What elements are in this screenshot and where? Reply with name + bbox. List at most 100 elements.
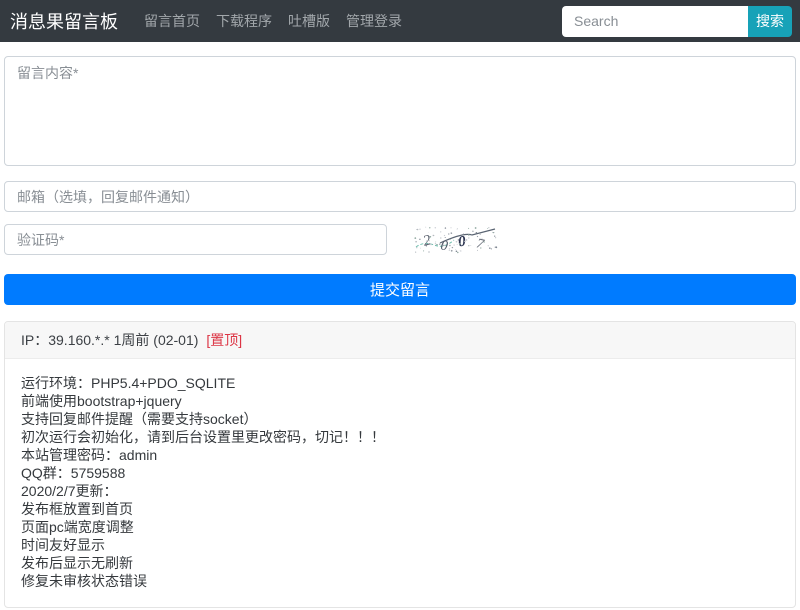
captcha-noise-dot xyxy=(494,232,495,233)
captcha-field[interactable] xyxy=(4,224,387,255)
pinned-badge: [置顶] xyxy=(206,332,242,348)
captcha-noise-dot xyxy=(443,243,444,244)
captcha-noise-dot xyxy=(444,234,445,235)
captcha-noise-dot xyxy=(426,240,428,242)
captcha-noise-dot xyxy=(457,251,458,252)
captcha-noise-dot xyxy=(460,250,461,251)
message-card: IP：39.160.*.* 1周前 (02-01) [置顶] 运行环境：PHP5… xyxy=(4,321,796,608)
captcha-noise-dot xyxy=(456,250,458,252)
captcha-digit-2: 0 xyxy=(439,238,448,254)
captcha-noise-dot xyxy=(436,243,437,244)
captcha-noise-dot xyxy=(445,227,446,228)
message-line: 页面pc端宽度调整 xyxy=(21,518,779,536)
captcha-noise-dot xyxy=(430,243,432,245)
captcha-noise-dot xyxy=(435,242,436,243)
captcha-noise-dot xyxy=(450,238,451,239)
captcha-noise-dot xyxy=(492,231,493,232)
captcha-noise-dot xyxy=(433,234,434,235)
submit-message-button[interactable]: 提交留言 xyxy=(4,274,796,305)
captcha-noise-dot xyxy=(451,227,452,228)
captcha-noise-dot xyxy=(449,250,450,251)
navbar: 消息果留言板 留言首页 下载程序 吐槽版 管理登录 搜索 xyxy=(0,0,800,42)
captcha-noise-dot xyxy=(472,230,474,232)
message-line: 修复未审核状态错误 xyxy=(21,572,779,590)
captcha-noise-dot xyxy=(495,237,496,238)
captcha-noise-dot xyxy=(425,226,426,227)
captcha-noise-dot xyxy=(482,237,483,238)
search-button[interactable]: 搜索 xyxy=(748,6,792,37)
message-card-header: IP：39.160.*.* 1周前 (02-01) [置顶] xyxy=(5,322,795,359)
captcha-noise-dot xyxy=(463,233,464,234)
captcha-noise-dot xyxy=(462,243,463,244)
captcha-noise-dot xyxy=(477,235,478,236)
captcha-noise-dot xyxy=(419,228,420,229)
message-line: 发布框放置到首页 xyxy=(21,500,779,518)
captcha-noise-dot xyxy=(428,231,429,232)
nav-item-home[interactable]: 留言首页 xyxy=(136,11,208,31)
nav-links: 留言首页 下载程序 吐槽版 管理登录 xyxy=(136,11,410,31)
email-field[interactable] xyxy=(4,181,796,212)
message-content-textarea[interactable] xyxy=(4,56,796,166)
captcha-noise-dot xyxy=(470,245,471,246)
captcha-noise-dot xyxy=(446,241,447,242)
search-group: 搜索 xyxy=(562,6,792,37)
captcha-noise-dot xyxy=(417,228,419,230)
captcha-noise-dot xyxy=(468,237,469,238)
main-content: 2 0 0 7 提交留言 IP：39.160.*.* 1周前 (02-01) [… xyxy=(0,56,800,608)
message-line: QQ群：5759588 xyxy=(21,464,779,482)
captcha-noise-dot xyxy=(428,251,429,252)
captcha-noise-dot xyxy=(494,235,495,236)
captcha-noise-dot xyxy=(436,244,437,245)
captcha-noise-dot xyxy=(457,227,458,228)
captcha-noise-dot xyxy=(458,239,459,240)
captcha-noise-dot xyxy=(452,246,453,247)
message-line: 时间友好显示 xyxy=(21,536,779,554)
captcha-noise-dot xyxy=(430,236,432,238)
message-line: 运行环境：PHP5.4+PDO_SQLITE xyxy=(21,374,779,392)
captcha-noise-dot xyxy=(454,244,455,245)
message-line: 本站管理密码：admin xyxy=(21,446,779,464)
nav-item-download[interactable]: 下载程序 xyxy=(208,11,280,31)
captcha-row: 2 0 0 7 xyxy=(4,224,796,255)
captcha-noise-dot xyxy=(451,232,453,234)
captcha-noise-dot xyxy=(440,231,441,232)
captcha-noise-dot xyxy=(426,245,427,246)
captcha-noise-dot xyxy=(489,247,491,249)
captcha-noise-dot xyxy=(415,240,417,242)
captcha-noise-dot xyxy=(475,227,477,229)
captcha-noise-dot xyxy=(423,250,424,251)
captcha-noise-dot xyxy=(449,244,451,246)
captcha-noise-dot xyxy=(468,244,469,245)
message-line: 初次运行会初始化，请到后台设置里更改密码，切记！！！ xyxy=(21,428,779,446)
captcha-noise-dot xyxy=(414,237,416,239)
search-input[interactable] xyxy=(562,6,748,37)
captcha-noise-dot xyxy=(448,233,449,234)
captcha-noise-dot xyxy=(435,241,436,242)
captcha-noise-dot xyxy=(491,248,492,249)
message-line: 前端使用bootstrap+jquery xyxy=(21,392,779,410)
captcha-noise-dot xyxy=(466,239,467,240)
captcha-noise-dot xyxy=(445,236,446,237)
captcha-noise-dot xyxy=(468,227,469,228)
nav-item-tucao[interactable]: 吐槽版 xyxy=(280,11,338,31)
message-line: 2020/2/7更新： xyxy=(21,482,779,500)
captcha-noise-dot xyxy=(443,244,445,246)
message-line: 发布后显示无刷新 xyxy=(21,554,779,572)
captcha-noise-dot xyxy=(455,249,456,250)
captcha-noise-dot xyxy=(416,247,417,248)
captcha-noise-dot xyxy=(488,227,489,228)
captcha-noise-dot xyxy=(459,243,461,245)
captcha-image[interactable]: 2 0 0 7 xyxy=(414,226,498,254)
captcha-noise-dot xyxy=(435,227,436,228)
captcha-noise-dot xyxy=(487,227,488,228)
captcha-noise-dot xyxy=(440,237,441,238)
brand-title[interactable]: 消息果留言板 xyxy=(10,8,118,34)
message-card-body: 运行环境：PHP5.4+PDO_SQLITE 前端使用bootstrap+jque… xyxy=(5,359,795,607)
captcha-noise-dot xyxy=(439,243,440,244)
captcha-noise-dot xyxy=(483,241,484,242)
captcha-noise-dot xyxy=(476,232,478,234)
captcha-digit-3: 0 xyxy=(457,233,467,250)
nav-item-admin-login[interactable]: 管理登录 xyxy=(338,11,410,31)
captcha-noise-dot xyxy=(420,247,421,248)
captcha-noise-dot xyxy=(456,240,458,242)
